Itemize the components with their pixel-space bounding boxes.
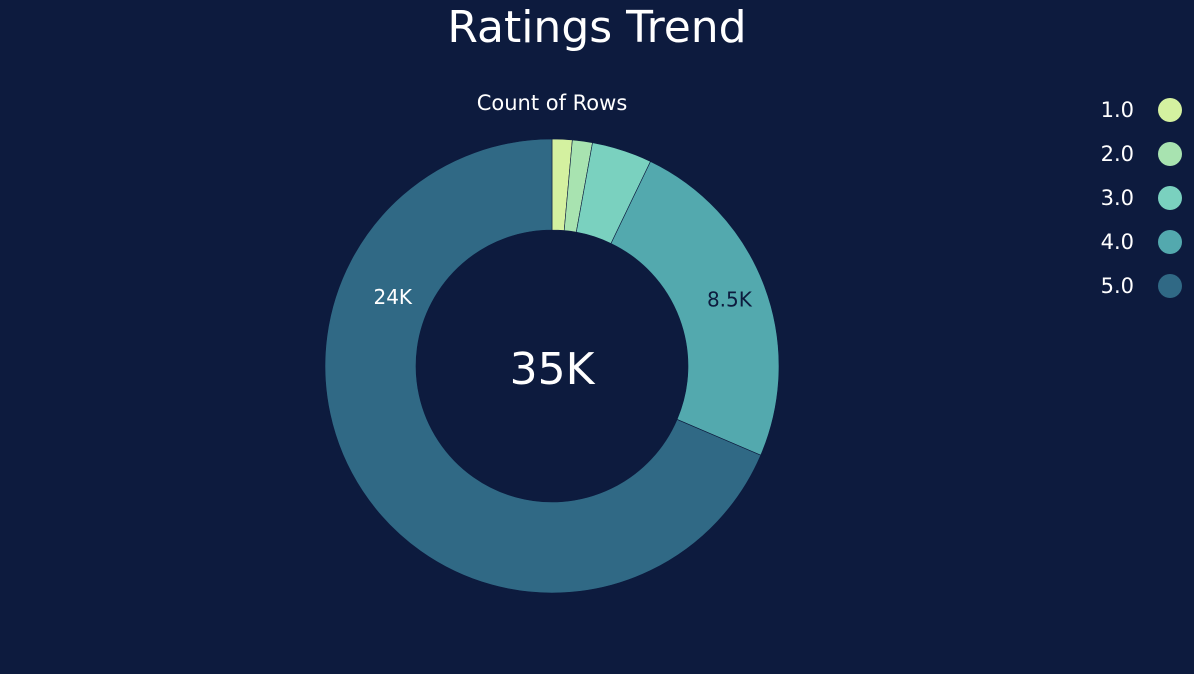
legend-swatch-icon <box>1158 274 1182 298</box>
legend-swatch-icon <box>1158 230 1182 254</box>
legend-swatch-icon <box>1158 186 1182 210</box>
legend-item-2.0[interactable]: 2.0 <box>1080 132 1190 176</box>
legend-label: 4.0 <box>1100 230 1134 254</box>
legend-swatch-icon <box>1158 142 1182 166</box>
legend-swatch-icon <box>1158 98 1182 122</box>
chart-root: Ratings Trend Count of Rows 8.5K 24K 35K … <box>0 0 1194 674</box>
measure-label: Count of Rows <box>477 91 628 115</box>
legend-label: 5.0 <box>1100 274 1134 298</box>
center-total-label: 35K <box>510 344 596 395</box>
legend-label: 3.0 <box>1100 186 1134 210</box>
legend-item-4.0[interactable]: 4.0 <box>1080 220 1190 264</box>
legend: 1.0 2.0 3.0 4.0 5.0 <box>1080 88 1190 308</box>
legend-label: 2.0 <box>1100 142 1134 166</box>
data-label-5.0: 24K <box>373 285 412 309</box>
legend-item-1.0[interactable]: 1.0 <box>1080 88 1190 132</box>
slice-4.0[interactable] <box>610 161 780 456</box>
donut-chart: Count of Rows 8.5K 24K 35K <box>324 91 780 594</box>
legend-item-5.0[interactable]: 5.0 <box>1080 264 1190 308</box>
data-label-4.0: 8.5K <box>707 287 753 311</box>
legend-label: 1.0 <box>1100 98 1134 122</box>
legend-item-3.0[interactable]: 3.0 <box>1080 176 1190 220</box>
